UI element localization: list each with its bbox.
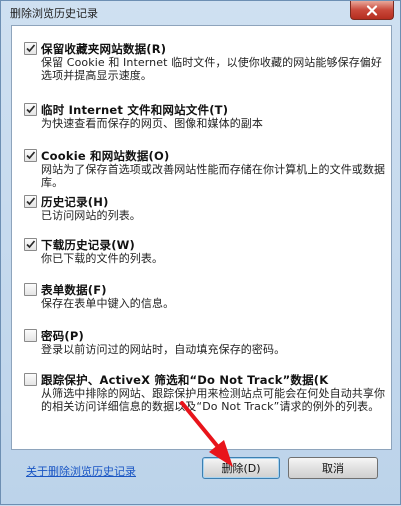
cancel-button[interactable]: 取消 (288, 457, 378, 479)
keep-favorites-desc: 保留 Cookie 和 Internet 临时文件，以使你收藏的网站能够保存偏好… (41, 56, 382, 82)
temp-files-checkbox[interactable] (24, 103, 37, 116)
cookies-label[interactable]: Cookie 和网站数据(O) (41, 148, 169, 164)
cookies-desc: 网站为了保存首选项或改善网站性能而存储在你计算机上的文件或数据库。 (41, 163, 386, 189)
keep-favorites-label[interactable]: 保留收藏夹网站数据(R) (41, 41, 166, 57)
download-history-checkbox[interactable] (24, 238, 37, 251)
form-data-desc: 保存在表单中键入的信息。 (41, 297, 175, 310)
passwords-desc: 登录以前访问过的网站时，自动填充保存的密码。 (41, 343, 286, 356)
delete-button[interactable]: 删除(D) (202, 457, 280, 479)
temp-files-desc: 为快速查看而保存的网页、图像和媒体的副本 (41, 117, 263, 130)
temp-files-label[interactable]: 临时 Internet 文件和网站文件(T) (41, 102, 228, 118)
checkmark-icon (26, 240, 36, 249)
form-data-checkbox[interactable] (24, 283, 37, 296)
history-desc: 已访问网站的列表。 (41, 209, 141, 222)
download-history-label[interactable]: 下载历史记录(W) (41, 237, 135, 253)
cookies-checkbox[interactable] (24, 149, 37, 162)
download-history-desc: 你已下载的文件的列表。 (41, 252, 164, 265)
checkmark-icon (26, 197, 36, 206)
close-icon (366, 4, 378, 16)
checkmark-icon (26, 44, 36, 53)
passwords-checkbox[interactable] (24, 329, 37, 342)
tracking-protection-checkbox[interactable] (24, 373, 37, 386)
keep-favorites-checkbox[interactable] (24, 42, 37, 55)
tracking-protection-label[interactable]: 跟踪保护、ActiveX 筛选和“Do Not Track”数据(K (41, 372, 389, 388)
tracking-protection-desc: 从筛选中排除的网站、跟踪保护用来检测站点可能会在何处自动共享你的相关访问详细信息… (41, 387, 386, 413)
options-panel: 保留收藏夹网站数据(R) 保留 Cookie 和 Internet 临时文件，以… (11, 25, 392, 450)
checkmark-icon (26, 105, 36, 114)
window-title: 删除浏览历史记录 (10, 7, 98, 20)
passwords-label[interactable]: 密码(P) (41, 328, 84, 344)
history-checkbox[interactable] (24, 195, 37, 208)
delete-history-dialog: 删除浏览历史记录 保留收藏夹网站数据(R) 保留 Cookie 和 Intern… (0, 0, 401, 505)
about-delete-history-link[interactable]: 关于删除浏览历史记录 (26, 463, 136, 479)
checkmark-icon (26, 151, 36, 160)
close-button[interactable] (350, 1, 394, 20)
history-label[interactable]: 历史记录(H) (41, 194, 109, 210)
title-bar: 删除浏览历史记录 (1, 1, 400, 25)
form-data-label[interactable]: 表单数据(F) (41, 282, 107, 298)
